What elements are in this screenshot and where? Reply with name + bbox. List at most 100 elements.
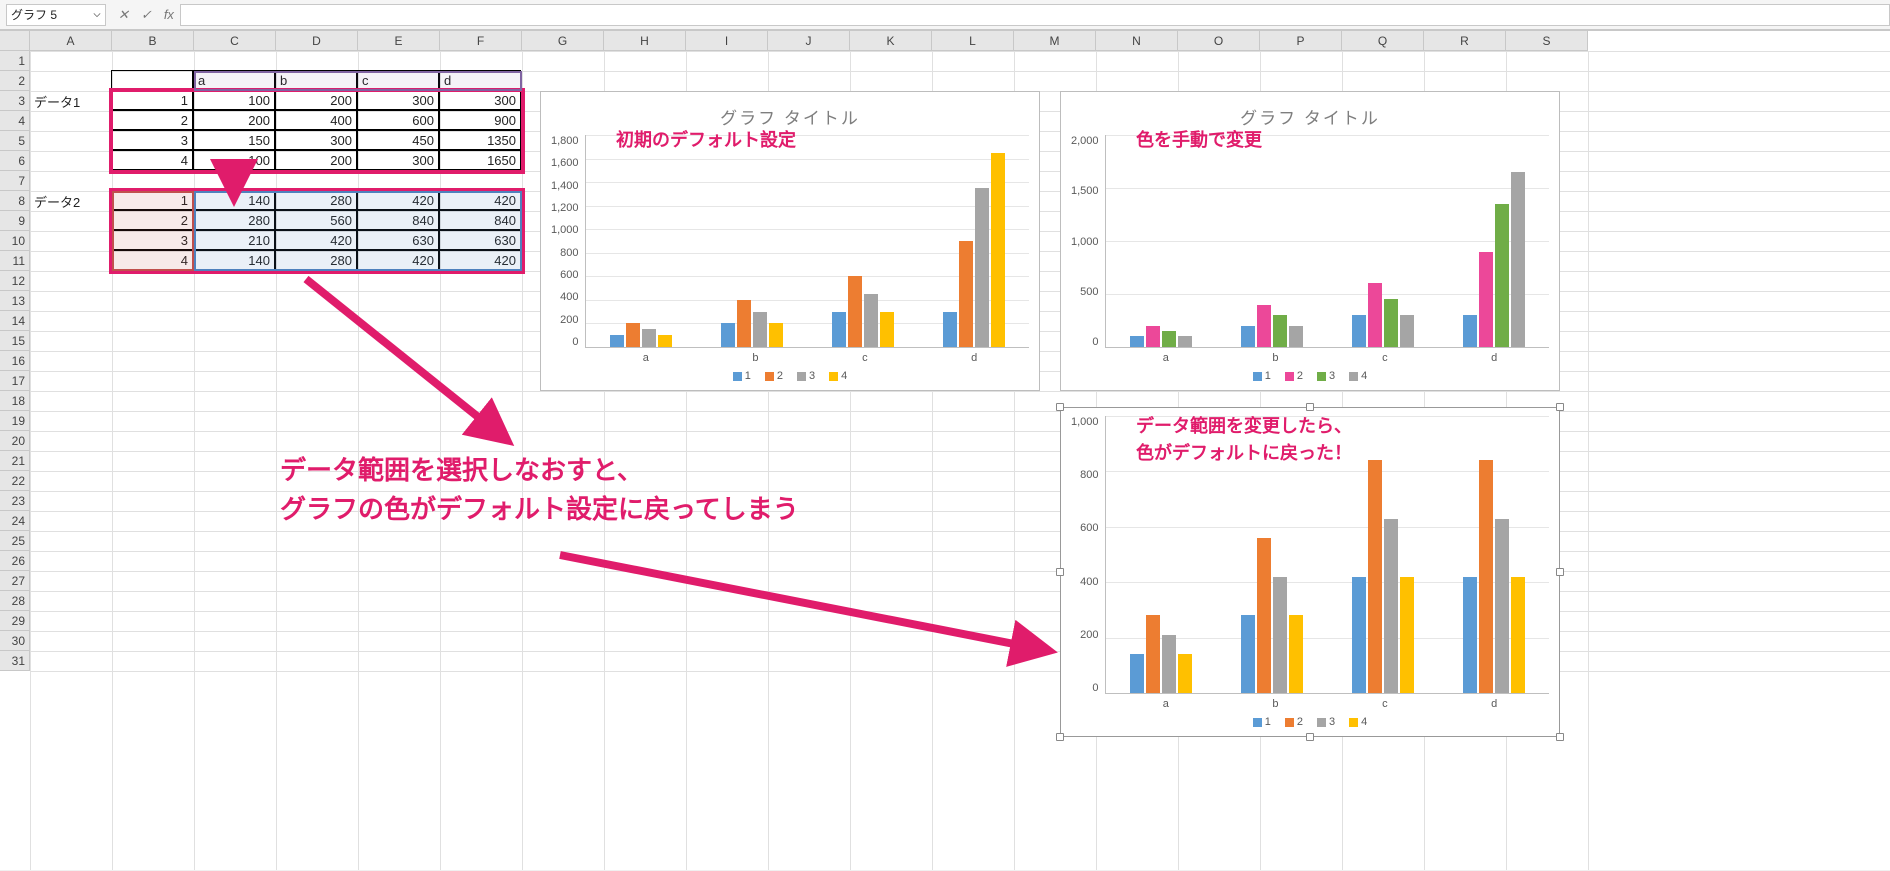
cell-E6[interactable]: 300 xyxy=(357,150,439,170)
row-header-27[interactable]: 27 xyxy=(0,571,30,591)
col-header-L[interactable]: L xyxy=(932,31,1014,51)
row-header-8[interactable]: 8 xyxy=(0,191,30,211)
cell-B6[interactable]: 4 xyxy=(111,150,193,170)
chart-bar[interactable] xyxy=(864,294,878,347)
resize-handle[interactable] xyxy=(1306,733,1314,741)
cell-E2[interactable]: c xyxy=(357,70,439,90)
cell-F8[interactable]: 420 xyxy=(439,190,521,210)
row-header-9[interactable]: 9 xyxy=(0,211,30,231)
col-header-P[interactable]: P xyxy=(1260,31,1342,51)
cell-B9[interactable]: 2 xyxy=(111,210,193,230)
col-header-H[interactable]: H xyxy=(604,31,686,51)
row-header-13[interactable]: 13 xyxy=(0,291,30,311)
cell-C6[interactable]: 100 xyxy=(193,150,275,170)
chart-bar[interactable] xyxy=(1463,315,1477,347)
row-header-1[interactable]: 1 xyxy=(0,51,30,71)
chart-bar[interactable] xyxy=(658,335,672,347)
cell-C8[interactable]: 140 xyxy=(193,190,275,210)
chart-bar[interactable] xyxy=(1495,204,1509,347)
legend-item[interactable]: 3 xyxy=(1317,370,1335,382)
cell-D8[interactable]: 280 xyxy=(275,190,357,210)
row-header-17[interactable]: 17 xyxy=(0,371,30,391)
chart-bar[interactable] xyxy=(832,312,846,347)
cell-F2[interactable]: d xyxy=(439,70,521,90)
chart-bar[interactable] xyxy=(721,323,735,347)
resize-handle[interactable] xyxy=(1556,733,1564,741)
cell-C3[interactable]: 100 xyxy=(193,90,275,110)
row-header-25[interactable]: 25 xyxy=(0,531,30,551)
legend-item[interactable]: 4 xyxy=(829,370,847,382)
cell-E11[interactable]: 420 xyxy=(357,250,439,270)
cell-A8[interactable]: データ2 xyxy=(30,191,112,211)
row-header-12[interactable]: 12 xyxy=(0,271,30,291)
cell-E4[interactable]: 600 xyxy=(357,110,439,130)
cell-F9[interactable]: 840 xyxy=(439,210,521,230)
chart-bar[interactable] xyxy=(1130,336,1144,347)
row-header-29[interactable]: 29 xyxy=(0,611,30,631)
plot-area[interactable] xyxy=(1105,135,1549,348)
col-header-O[interactable]: O xyxy=(1178,31,1260,51)
chart-bar[interactable] xyxy=(1384,299,1398,347)
name-box[interactable]: グラフ 5 xyxy=(6,4,106,26)
cell-D11[interactable]: 280 xyxy=(275,250,357,270)
row-header-20[interactable]: 20 xyxy=(0,431,30,451)
row-header-6[interactable]: 6 xyxy=(0,151,30,171)
resize-handle[interactable] xyxy=(1556,403,1564,411)
spreadsheet-grid[interactable]: ABCDEFGHIJKLMNOPQRS123456789101112131415… xyxy=(0,30,1890,870)
chart-bar[interactable] xyxy=(1400,315,1414,347)
chart-bar[interactable] xyxy=(1511,577,1525,693)
cell-F3[interactable]: 300 xyxy=(439,90,521,110)
row-header-3[interactable]: 3 xyxy=(0,91,30,111)
cell-B10[interactable]: 3 xyxy=(111,230,193,250)
legend-item[interactable]: 1 xyxy=(733,370,751,382)
cell-E3[interactable]: 300 xyxy=(357,90,439,110)
legend-item[interactable]: 2 xyxy=(1285,370,1303,382)
cell-B2[interactable] xyxy=(111,70,193,90)
cell-C11[interactable]: 140 xyxy=(193,250,275,270)
row-header-15[interactable]: 15 xyxy=(0,331,30,351)
col-header-G[interactable]: G xyxy=(522,31,604,51)
chart-bar[interactable] xyxy=(1368,460,1382,693)
chart-bar[interactable] xyxy=(1178,336,1192,347)
legend-item[interactable]: 1 xyxy=(1253,370,1271,382)
chart-title[interactable]: グラフ タイトル xyxy=(551,104,1029,129)
legend-item[interactable]: 3 xyxy=(797,370,815,382)
chart-bar[interactable] xyxy=(848,276,862,347)
chart-bar[interactable] xyxy=(753,312,767,347)
col-header-M[interactable]: M xyxy=(1014,31,1096,51)
chart-bar[interactable] xyxy=(1400,577,1414,693)
cell-C10[interactable]: 210 xyxy=(193,230,275,250)
chart-bar[interactable] xyxy=(1511,172,1525,347)
cell-F11[interactable]: 420 xyxy=(439,250,521,270)
legend-item[interactable]: 1 xyxy=(1253,716,1271,728)
col-header-A[interactable]: A xyxy=(30,31,112,51)
cell-B5[interactable]: 3 xyxy=(111,130,193,150)
chart-bar[interactable] xyxy=(1352,315,1366,347)
cell-B8[interactable]: 1 xyxy=(111,190,193,210)
col-header-B[interactable]: B xyxy=(112,31,194,51)
col-header-J[interactable]: J xyxy=(768,31,850,51)
row-header-26[interactable]: 26 xyxy=(0,551,30,571)
chart-bar[interactable] xyxy=(959,241,973,347)
cell-C5[interactable]: 150 xyxy=(193,130,275,150)
cell-C4[interactable]: 200 xyxy=(193,110,275,130)
col-header-F[interactable]: F xyxy=(440,31,522,51)
chart-bar[interactable] xyxy=(1273,315,1287,347)
resize-handle[interactable] xyxy=(1056,568,1064,576)
legend-item[interactable]: 4 xyxy=(1349,716,1367,728)
chart-bar[interactable] xyxy=(1479,252,1493,347)
chart-bar[interactable] xyxy=(1289,326,1303,347)
cell-D5[interactable]: 300 xyxy=(275,130,357,150)
row-header-28[interactable]: 28 xyxy=(0,591,30,611)
col-header-E[interactable]: E xyxy=(358,31,440,51)
chart-bar[interactable] xyxy=(1495,519,1509,694)
chart-bar[interactable] xyxy=(975,188,989,347)
chart-bar[interactable] xyxy=(1146,326,1160,347)
enter-icon[interactable]: ✓ xyxy=(141,7,152,23)
chart-object[interactable]: グラフ タイトル 2,0001,5001,0005000 abcd 1234 xyxy=(1060,91,1560,391)
col-header-I[interactable]: I xyxy=(686,31,768,51)
cell-E9[interactable]: 840 xyxy=(357,210,439,230)
row-header-4[interactable]: 4 xyxy=(0,111,30,131)
chart-bar[interactable] xyxy=(642,329,656,347)
cell-E8[interactable]: 420 xyxy=(357,190,439,210)
